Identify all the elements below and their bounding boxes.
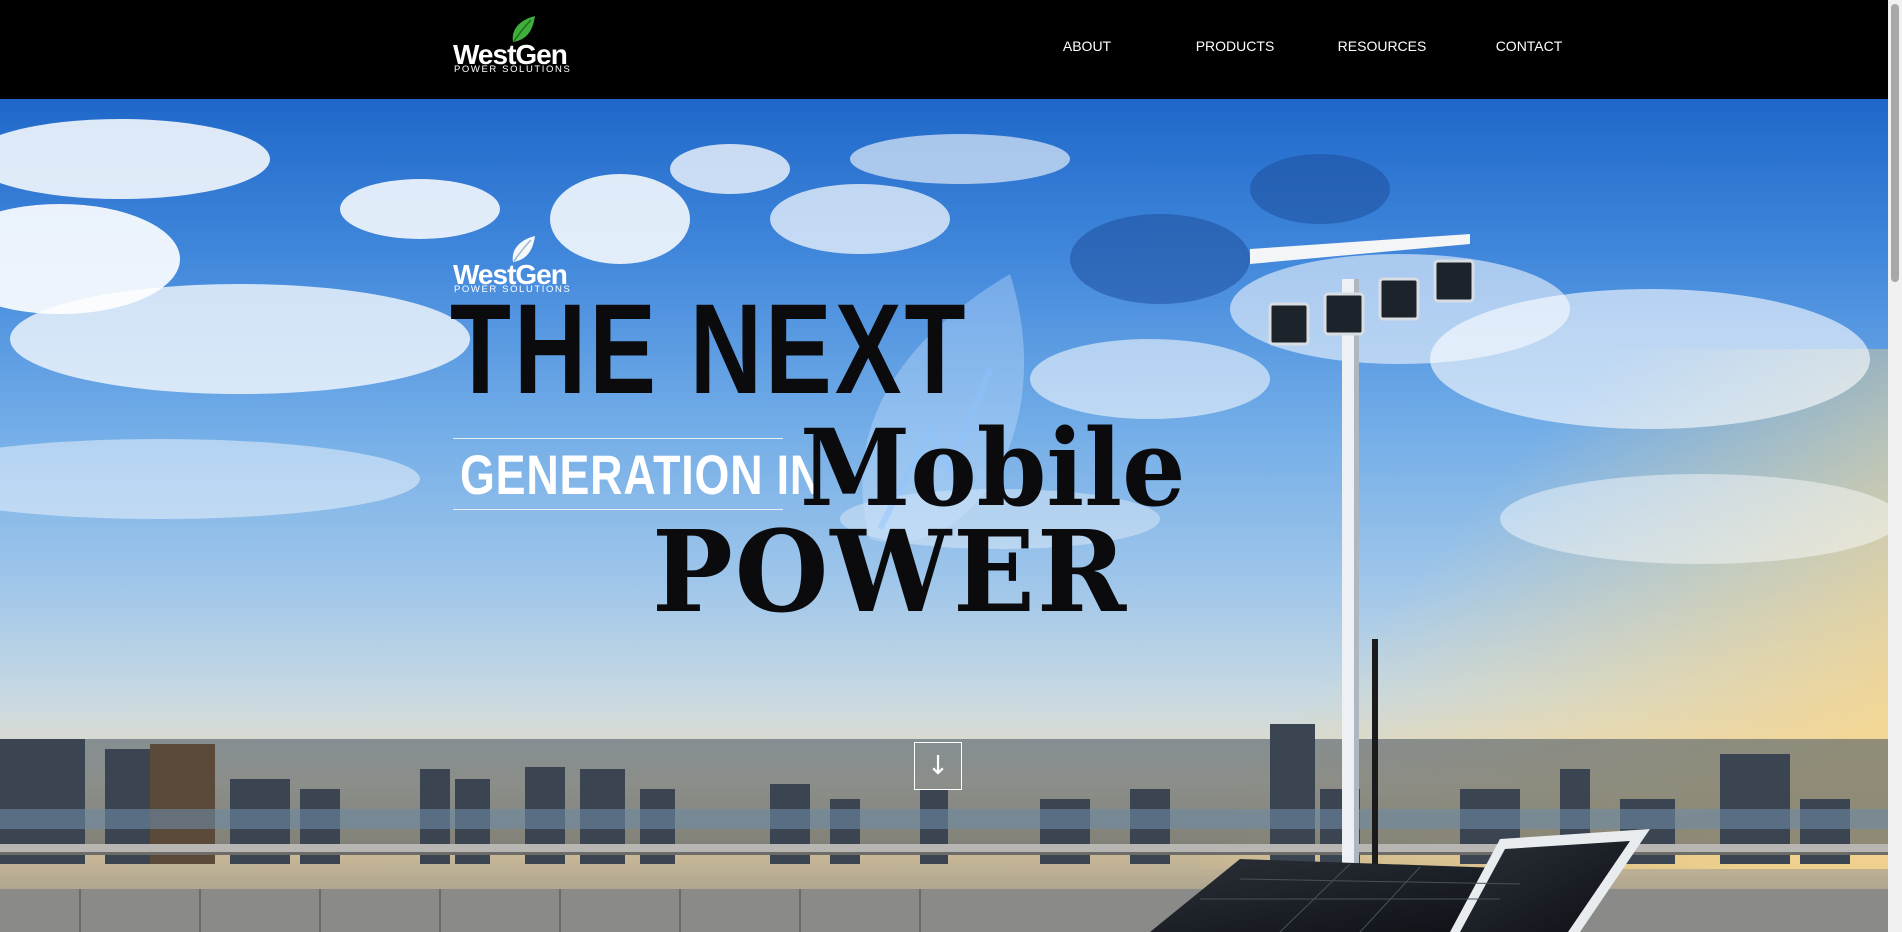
nav-contact[interactable]: CONTACT — [1496, 36, 1563, 56]
nav-resources[interactable]: RESOURCES — [1338, 36, 1427, 56]
scrollbar-thumb[interactable] — [1891, 4, 1899, 282]
site-header: WestGen POWER SOLUTIONS ABOUT PRODUCTS R… — [0, 0, 1888, 99]
hero-section: WestGen POWER SOLUTIONS THE NEXT GENERAT… — [0, 99, 1888, 932]
logo-tagline: POWER SOLUTIONS — [454, 64, 572, 75]
headline-power: POWER — [652, 507, 1129, 638]
page-scrollbar[interactable] — [1888, 0, 1902, 932]
headline-mobile: Mobile — [800, 405, 1186, 530]
headline-the-next: THE NEXT — [450, 278, 969, 421]
arrow-down-icon: ↓ — [927, 751, 949, 781]
main-nav: ABOUT PRODUCTS RESOURCES CONTACT — [0, 36, 1888, 56]
headline-generation-in: GENERATION IN — [460, 443, 824, 506]
scroll-down-button[interactable]: ↓ — [914, 742, 962, 790]
nav-products[interactable]: PRODUCTS — [1196, 36, 1275, 56]
nav-about[interactable]: ABOUT — [1063, 36, 1111, 56]
headline-generation-block: GENERATION IN — [453, 438, 822, 510]
